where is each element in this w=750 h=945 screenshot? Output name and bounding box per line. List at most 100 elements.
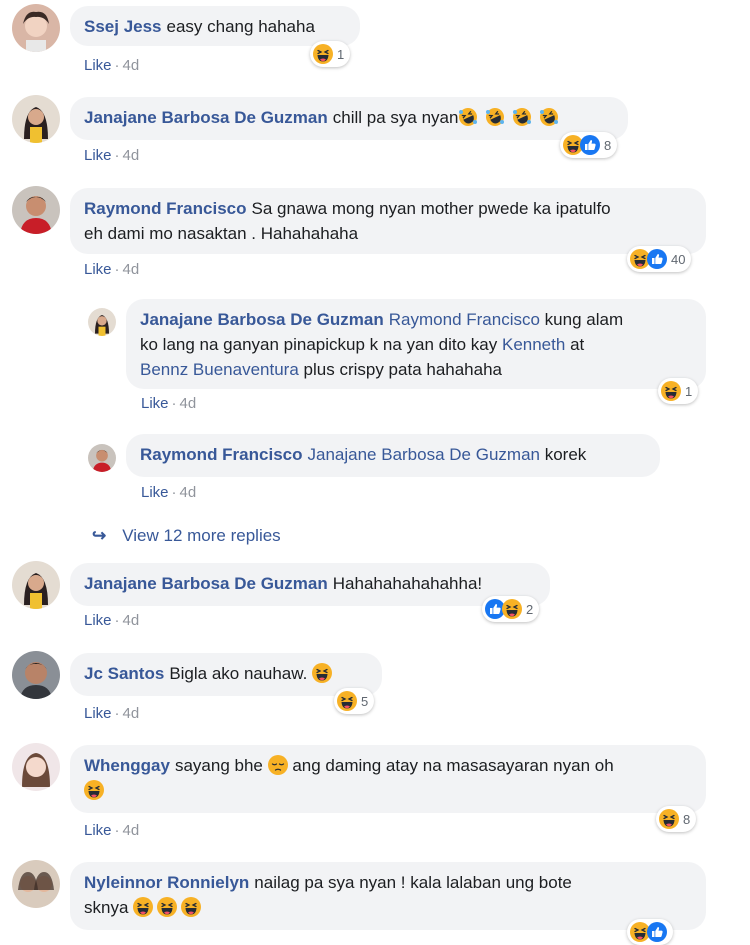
author-name[interactable]: Janajane Barbosa De Guzman bbox=[84, 574, 328, 593]
rofl-emoji bbox=[539, 107, 559, 127]
haha-emoji bbox=[133, 897, 153, 917]
rofl-emoji bbox=[512, 107, 532, 127]
separator: · bbox=[171, 484, 177, 501]
haha-emoji bbox=[84, 780, 104, 800]
reaction-summary[interactable] bbox=[627, 919, 673, 945]
like-link[interactable]: Like bbox=[141, 484, 169, 501]
author-name[interactable]: Jc Santos bbox=[84, 664, 164, 683]
comment-text: sayang bhe bbox=[174, 756, 263, 775]
comment-text: korek bbox=[544, 445, 587, 464]
comment-actions: Like · 4d bbox=[84, 705, 139, 722]
comment-bubble: Nyleinnor Ronnielyn nailag pa sya nyan ! … bbox=[70, 862, 706, 930]
view-more-replies-link[interactable]: ↪ View 12 more replies bbox=[92, 526, 281, 546]
author-name[interactable]: Raymond Francisco bbox=[140, 445, 303, 464]
comment-text: eh dami mo nasaktan . Hahahahaha bbox=[84, 224, 359, 243]
haha-emoji bbox=[661, 381, 681, 401]
avatar[interactable] bbox=[88, 308, 116, 336]
view-more-label[interactable]: View 12 more replies bbox=[122, 526, 280, 545]
timestamp[interactable]: 4d bbox=[123, 261, 140, 278]
reaction-summary[interactable]: 1 bbox=[658, 378, 699, 404]
like-link[interactable]: Like bbox=[84, 705, 112, 722]
reaction-count: 2 bbox=[526, 601, 534, 617]
reply-arrow-icon: ↪ bbox=[92, 526, 107, 545]
haha-emoji bbox=[337, 691, 357, 711]
reaction-summary[interactable]: 2 bbox=[482, 596, 540, 622]
pensive-emoji bbox=[268, 755, 288, 775]
comment-text: Hahahahahahahha! bbox=[332, 574, 483, 593]
timestamp[interactable]: 4d bbox=[123, 57, 140, 74]
comment-text: sknya bbox=[84, 898, 129, 917]
separator: · bbox=[114, 612, 120, 629]
reaction-count: 1 bbox=[337, 46, 345, 62]
like-link[interactable]: Like bbox=[84, 822, 112, 839]
reaction-count: 1 bbox=[685, 383, 693, 399]
comment-actions: Like · 4d bbox=[84, 261, 139, 278]
mention-link[interactable]: Kenneth bbox=[502, 335, 565, 354]
comment-actions: Like · 4d bbox=[84, 57, 139, 74]
comment-text: ko lang na ganyan pinapickup k na yan di… bbox=[140, 335, 498, 354]
separator: · bbox=[114, 57, 120, 74]
author-name[interactable]: Whenggay bbox=[84, 756, 170, 775]
avatar[interactable] bbox=[12, 4, 60, 52]
comment-bubble: Whenggay sayang bhe ang daming atay na ma… bbox=[70, 745, 706, 813]
reaction-count: 8 bbox=[683, 811, 691, 827]
comment-text: chill pa sya nyan bbox=[332, 108, 459, 127]
mention-link[interactable]: Bennz Buenaventura bbox=[140, 360, 299, 379]
avatar[interactable] bbox=[12, 860, 60, 908]
mention-link[interactable]: Raymond Francisco bbox=[389, 310, 540, 329]
like-link[interactable]: Like bbox=[141, 395, 169, 412]
comment-bubble: Janajane Barbosa De Guzman Hahahahahahahh… bbox=[70, 563, 550, 606]
avatar[interactable] bbox=[88, 444, 116, 472]
like-link[interactable]: Like bbox=[84, 261, 112, 278]
comment-text: ang daming atay na masasayaran nyan oh bbox=[292, 756, 614, 775]
like-reaction-icon bbox=[647, 922, 667, 942]
separator: · bbox=[114, 705, 120, 722]
author-name[interactable]: Nyleinnor Ronnielyn bbox=[84, 873, 249, 892]
avatar[interactable] bbox=[12, 651, 60, 699]
separator: · bbox=[114, 822, 120, 839]
timestamp[interactable]: 4d bbox=[123, 147, 140, 164]
reaction-summary[interactable]: 8 bbox=[560, 132, 618, 158]
avatar[interactable] bbox=[12, 186, 60, 234]
haha-emoji bbox=[312, 663, 332, 683]
timestamp[interactable]: 4d bbox=[180, 395, 197, 412]
like-link[interactable]: Like bbox=[84, 612, 112, 629]
haha-emoji bbox=[157, 897, 177, 917]
author-name[interactable]: Janajane Barbosa De Guzman bbox=[84, 108, 328, 127]
mention-link[interactable]: Janajane Barbosa De Guzman bbox=[308, 445, 540, 464]
timestamp[interactable]: 4d bbox=[180, 484, 197, 501]
comment-text: Bigla ako nauhaw. bbox=[169, 664, 308, 683]
like-reaction-icon bbox=[647, 249, 667, 269]
comment-text: easy chang hahaha bbox=[166, 17, 315, 36]
rofl-emoji bbox=[485, 107, 505, 127]
avatar[interactable] bbox=[12, 561, 60, 609]
author-name[interactable]: Ssej Jess bbox=[84, 17, 162, 36]
timestamp[interactable]: 4d bbox=[123, 822, 140, 839]
comment-actions: Like · 4d bbox=[141, 395, 196, 412]
reaction-summary[interactable]: 8 bbox=[656, 806, 697, 832]
author-name[interactable]: Raymond Francisco bbox=[84, 199, 247, 218]
comment-text: nailag pa sya nyan ! kala lalaban ung bo… bbox=[254, 873, 572, 892]
separator: · bbox=[114, 261, 120, 278]
like-link[interactable]: Like bbox=[84, 57, 112, 74]
comment-text: at bbox=[570, 335, 585, 354]
comment-actions: Like · 4d bbox=[84, 822, 139, 839]
avatar[interactable] bbox=[12, 95, 60, 143]
comment-actions: Like · 4d bbox=[84, 147, 139, 164]
like-link[interactable]: Like bbox=[84, 147, 112, 164]
reply-bubble: Janajane Barbosa De Guzman Raymond Franci… bbox=[126, 299, 706, 389]
haha-emoji bbox=[502, 599, 522, 619]
reaction-summary[interactable]: 40 bbox=[627, 246, 692, 272]
haha-emoji bbox=[181, 897, 201, 917]
timestamp[interactable]: 4d bbox=[123, 705, 140, 722]
separator: · bbox=[114, 147, 120, 164]
avatar[interactable] bbox=[12, 743, 60, 791]
timestamp[interactable]: 4d bbox=[123, 612, 140, 629]
reaction-count: 40 bbox=[671, 251, 686, 267]
comment-actions: Like · 4d bbox=[141, 484, 196, 501]
reaction-summary[interactable]: 5 bbox=[334, 688, 375, 714]
comment-bubble: Ssej Jess easy chang hahaha bbox=[70, 6, 360, 46]
comment-text: kung alam bbox=[544, 310, 624, 329]
reaction-summary[interactable]: 1 bbox=[310, 41, 351, 67]
author-name[interactable]: Janajane Barbosa De Guzman bbox=[140, 310, 384, 329]
